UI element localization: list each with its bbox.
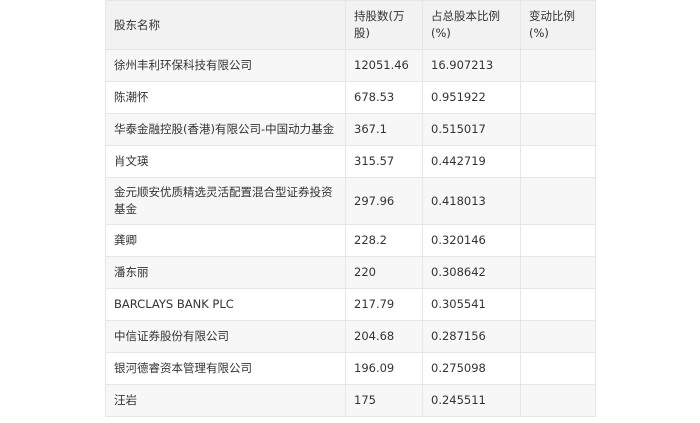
table-row: BARCLAYS BANK PLC 217.79 0.305541 bbox=[105, 288, 596, 321]
table-row: 华泰金融控股(香港)有限公司-中国动力基金 367.1 0.515017 bbox=[105, 113, 596, 146]
header-change-ratio: 变动比例(%) bbox=[520, 0, 596, 50]
cell-shares: 315.57 bbox=[345, 145, 423, 178]
cell-change bbox=[520, 352, 596, 385]
cell-name: 华泰金融控股(香港)有限公司-中国动力基金 bbox=[105, 113, 346, 146]
cell-name: 肖文瑛 bbox=[105, 145, 346, 178]
cell-change bbox=[520, 113, 596, 146]
table-row: 潘东丽 220 0.308642 bbox=[105, 256, 596, 289]
cell-name: 徐州丰利环保科技有限公司 bbox=[105, 49, 346, 82]
table-row: 肖文瑛 315.57 0.442719 bbox=[105, 145, 596, 178]
table-header-row: 股东名称 持股数(万股) 占总股本比例(%) 变动比例(%) bbox=[105, 0, 596, 50]
cell-shares: 12051.46 bbox=[345, 49, 423, 82]
cell-ratio: 0.287156 bbox=[422, 320, 521, 353]
cell-ratio: 0.275098 bbox=[422, 352, 521, 385]
cell-ratio: 0.951922 bbox=[422, 81, 521, 114]
cell-name: 金元顺安优质精选灵活配置混合型证券投资基金 bbox=[105, 177, 346, 225]
table-row: 中信证券股份有限公司 204.68 0.287156 bbox=[105, 320, 596, 353]
shareholder-table: 股东名称 持股数(万股) 占总股本比例(%) 变动比例(%) 徐州丰利环保科技有… bbox=[105, 0, 596, 417]
cell-shares: 217.79 bbox=[345, 288, 423, 321]
cell-shares: 196.09 bbox=[345, 352, 423, 385]
cell-name: 中信证券股份有限公司 bbox=[105, 320, 346, 353]
cell-change bbox=[520, 288, 596, 321]
table-row: 陈潮怀 678.53 0.951922 bbox=[105, 81, 596, 114]
cell-ratio: 0.305541 bbox=[422, 288, 521, 321]
cell-ratio: 16.907213 bbox=[422, 49, 521, 82]
header-shares-held: 持股数(万股) bbox=[345, 0, 423, 50]
cell-change bbox=[520, 177, 596, 225]
cell-change bbox=[520, 145, 596, 178]
cell-name: 陈潮怀 bbox=[105, 81, 346, 114]
cell-ratio: 0.418013 bbox=[422, 177, 521, 225]
table-row: 汪岩 175 0.245511 bbox=[105, 384, 596, 417]
table-row: 龚卿 228.2 0.320146 bbox=[105, 224, 596, 257]
cell-change bbox=[520, 256, 596, 289]
cell-ratio: 0.308642 bbox=[422, 256, 521, 289]
cell-name: 汪岩 bbox=[105, 384, 346, 417]
cell-change bbox=[520, 49, 596, 82]
cell-ratio: 0.320146 bbox=[422, 224, 521, 257]
cell-change bbox=[520, 81, 596, 114]
header-share-ratio: 占总股本比例(%) bbox=[422, 0, 521, 50]
cell-ratio: 0.245511 bbox=[422, 384, 521, 417]
table-row: 徐州丰利环保科技有限公司 12051.46 16.907213 bbox=[105, 49, 596, 82]
cell-shares: 678.53 bbox=[345, 81, 423, 114]
cell-change bbox=[520, 224, 596, 257]
cell-name: 潘东丽 bbox=[105, 256, 346, 289]
cell-shares: 175 bbox=[345, 384, 423, 417]
cell-name: 银河德睿资本管理有限公司 bbox=[105, 352, 346, 385]
cell-ratio: 0.515017 bbox=[422, 113, 521, 146]
cell-change bbox=[520, 320, 596, 353]
table-row: 银河德睿资本管理有限公司 196.09 0.275098 bbox=[105, 352, 596, 385]
cell-name: BARCLAYS BANK PLC bbox=[105, 288, 346, 321]
cell-ratio: 0.442719 bbox=[422, 145, 521, 178]
cell-shares: 204.68 bbox=[345, 320, 423, 353]
cell-shares: 297.96 bbox=[345, 177, 423, 225]
cell-shares: 367.1 bbox=[345, 113, 423, 146]
cell-change bbox=[520, 384, 596, 417]
cell-shares: 228.2 bbox=[345, 224, 423, 257]
header-shareholder-name: 股东名称 bbox=[105, 0, 346, 50]
table-row: 金元顺安优质精选灵活配置混合型证券投资基金 297.96 0.418013 bbox=[105, 177, 596, 225]
cell-shares: 220 bbox=[345, 256, 423, 289]
cell-name: 龚卿 bbox=[105, 224, 346, 257]
